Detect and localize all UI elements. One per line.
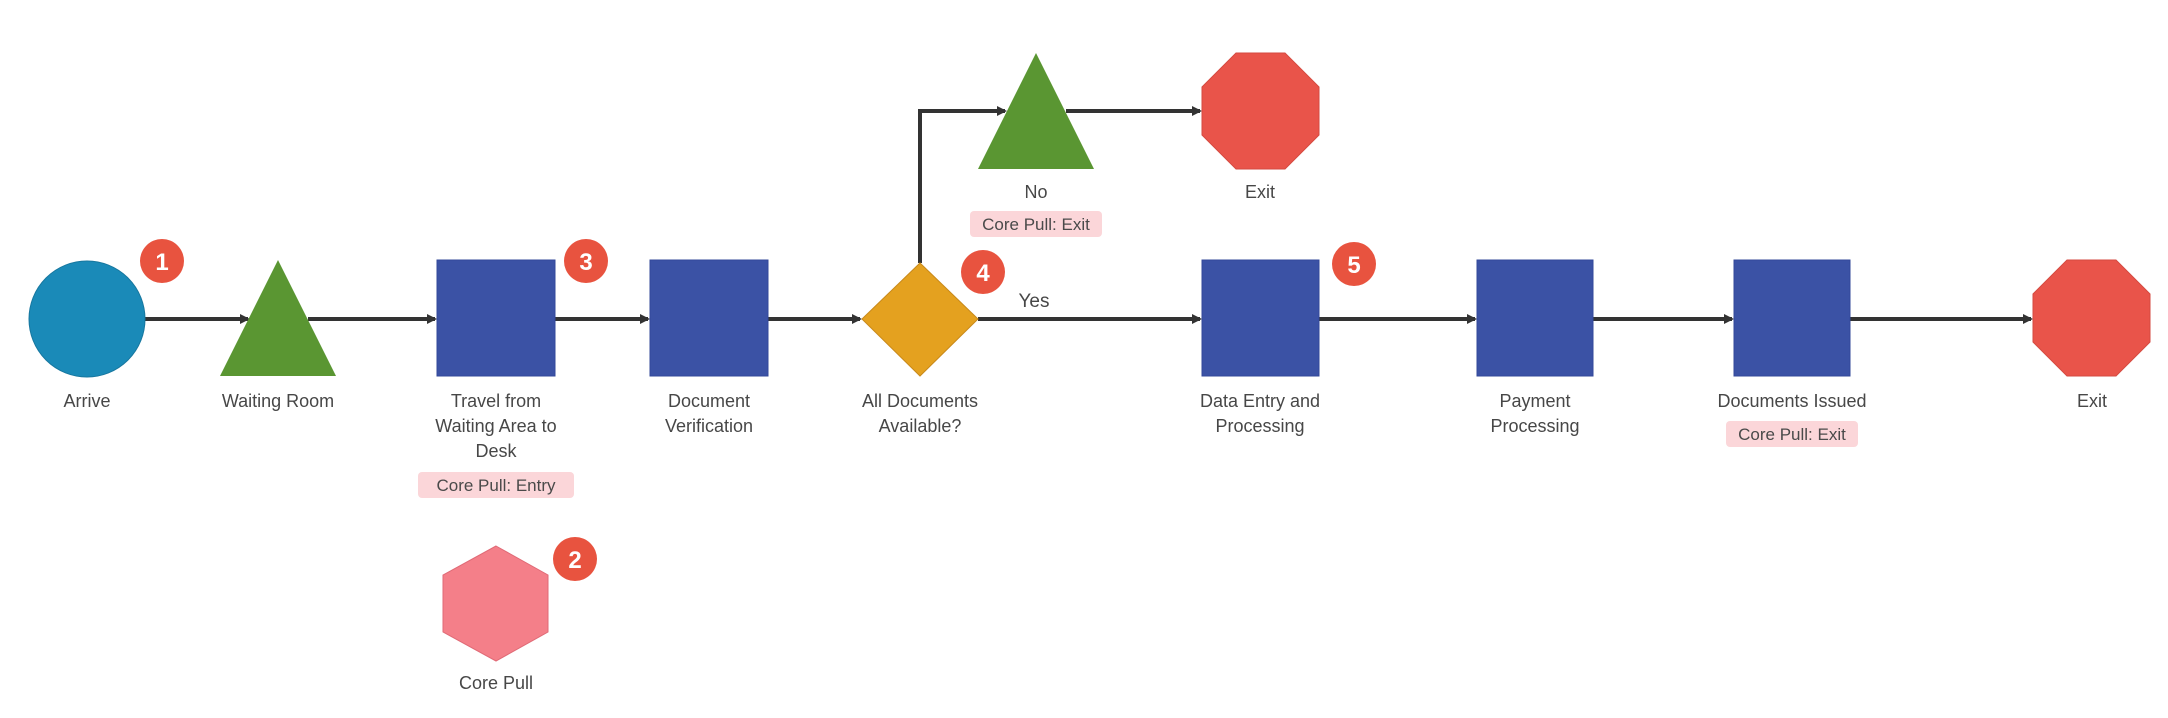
label-exit-top: Exit: [1245, 182, 1275, 202]
svg-text:4: 4: [976, 260, 990, 287]
node-exit-end[interactable]: [2032, 259, 2151, 377]
node-all-documents-decision[interactable]: [861, 262, 979, 377]
node-core-pull[interactable]: [442, 545, 549, 662]
svg-text:1: 1: [155, 249, 168, 276]
svg-text:2: 2: [568, 547, 581, 574]
tag-issued: Core Pull: Exit: [1738, 425, 1846, 444]
node-document-verification[interactable]: [649, 259, 769, 377]
label-core-pull: Core Pull: [459, 673, 533, 693]
badge-2: 2: [553, 537, 597, 581]
badge-3: 3: [564, 239, 608, 283]
node-arrive[interactable]: [28, 260, 146, 378]
label-data-entry-2: Processing: [1215, 416, 1304, 436]
label-payment-1: Payment: [1499, 391, 1570, 411]
label-exit-end: Exit: [2077, 391, 2107, 411]
label-data-entry-1: Data Entry and: [1200, 391, 1320, 411]
node-data-entry[interactable]: [1201, 259, 1320, 377]
label-decision-1: All Documents: [862, 391, 978, 411]
label-travel-1: Travel from: [451, 391, 541, 411]
badge-4: 4: [961, 250, 1005, 294]
diagram-canvas: Yes Arrive Waiting Room Travel from Wait…: [28, 52, 2151, 693]
edge-label-yes: Yes: [1019, 291, 1050, 312]
node-travel[interactable]: [436, 259, 556, 377]
edge-decision-no: [918, 106, 1007, 263]
node-payment-processing[interactable]: [1476, 259, 1594, 377]
node-documents-issued[interactable]: [1733, 259, 1851, 377]
node-exit-top[interactable]: [1201, 52, 1320, 170]
label-no: No: [1024, 182, 1047, 202]
label-verification-1: Document: [668, 391, 750, 411]
label-verification-2: Verification: [665, 416, 753, 436]
tag-travel: Core Pull: Entry: [436, 476, 556, 495]
badge-1: 1: [140, 239, 184, 283]
svg-text:3: 3: [579, 249, 592, 276]
label-travel-2: Waiting Area to: [435, 416, 556, 436]
label-arrive: Arrive: [63, 391, 110, 411]
tag-no: Core Pull: Exit: [982, 215, 1090, 234]
label-documents-issued: Documents Issued: [1717, 391, 1866, 411]
badge-5: 5: [1332, 242, 1376, 286]
label-decision-2: Available?: [879, 416, 962, 436]
svg-text:5: 5: [1347, 252, 1360, 279]
label-waiting-room: Waiting Room: [222, 391, 334, 411]
process-flow-diagram: Yes Arrive Waiting Room Travel from Wait…: [0, 0, 2168, 718]
label-payment-2: Processing: [1490, 416, 1579, 436]
label-travel-3: Desk: [475, 441, 517, 461]
